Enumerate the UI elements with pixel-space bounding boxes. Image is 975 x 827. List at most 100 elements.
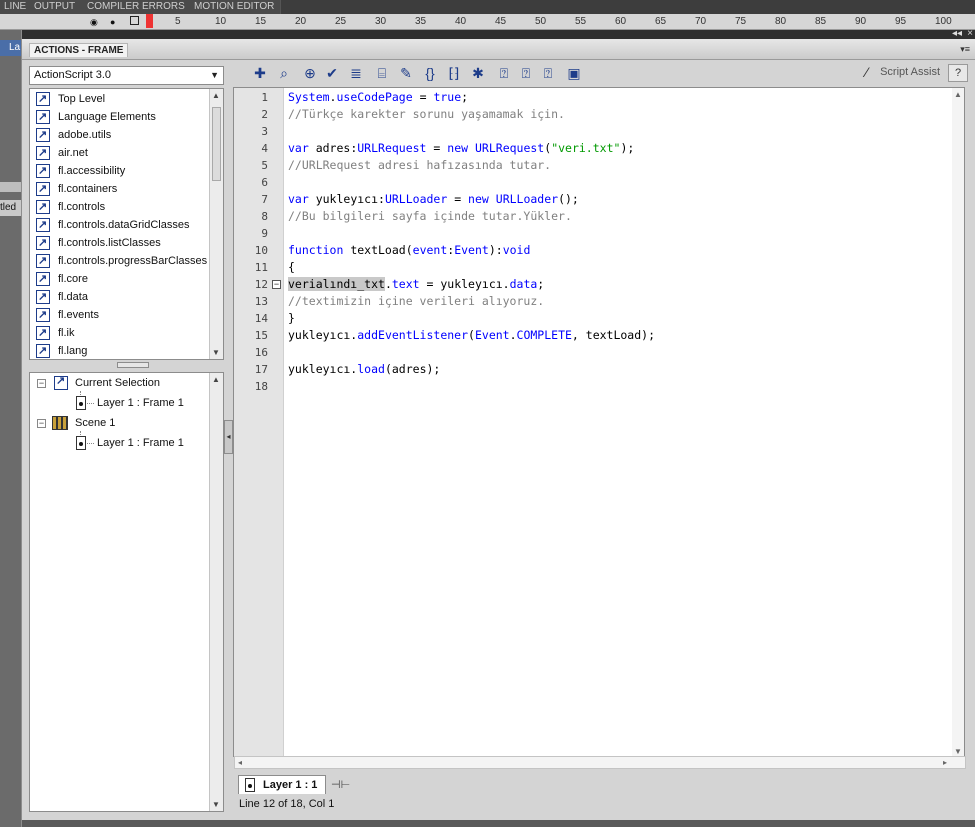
- toolbox-item[interactable]: fl.controls.progressBarClasses: [34, 252, 207, 270]
- toolbox-item-label: fl.core: [58, 273, 88, 285]
- editor-horizontal-scrollbar[interactable]: ◂ ▸: [234, 756, 966, 769]
- toolbox-item[interactable]: fl.accessibility: [34, 162, 125, 180]
- collapse-panel-icon[interactable]: ◂◂: [952, 28, 962, 39]
- package-book-icon: [36, 180, 50, 198]
- panel-menu-icon[interactable]: ▾≡: [960, 44, 970, 55]
- panel-drag-bar[interactable]: ◂◂ ×: [22, 28, 975, 39]
- status-line: Line 12 of 18, Col 1: [239, 798, 335, 810]
- scroll-down-icon[interactable]: ▼: [954, 747, 962, 756]
- collapse-selection-icon[interactable]: ⁅⁆: [445, 64, 463, 82]
- pin-script-icon[interactable]: ⊣⊢: [331, 778, 350, 791]
- outline-icon[interactable]: [130, 16, 139, 25]
- toolbox-item-label: fl.events: [58, 309, 99, 321]
- code-line[interactable]: var yukleyıcı:URLLoader = new URLLoader(…: [288, 191, 579, 208]
- current-selection-icon: [54, 374, 68, 390]
- panel-title[interactable]: ACTIONS - FRAME: [29, 43, 129, 57]
- code-line[interactable]: verialındı_txt.text = yukleyıcı.data;: [288, 276, 544, 293]
- toolbox-item-label: adobe.utils: [58, 129, 112, 141]
- editor-vertical-scrollbar[interactable]: ▲ ▼: [952, 88, 964, 758]
- script-assist-toggle[interactable]: Script Assist: [880, 66, 940, 78]
- toolbox-item[interactable]: fl.events: [34, 306, 99, 324]
- actions-toolbox: Top Level Language Elements adobe.utils air…: [29, 88, 224, 360]
- scroll-up-icon[interactable]: ▲: [954, 90, 962, 99]
- toolbox-item[interactable]: fl.lang: [34, 342, 87, 359]
- collapse-toggle[interactable]: −: [37, 379, 46, 388]
- line-number: 3: [261, 125, 268, 138]
- code-line[interactable]: yukleyıcı.load(adres);: [288, 361, 440, 378]
- line-number: 2: [261, 108, 268, 121]
- toolbox-item[interactable]: fl.controls.dataGridClasses: [34, 216, 189, 234]
- code-line[interactable]: //URLRequest adresi hafızasında tutar.: [288, 157, 551, 174]
- target-path-icon[interactable]: ⊕: [301, 64, 319, 82]
- splitter-grip[interactable]: [117, 362, 149, 368]
- close-panel-icon[interactable]: ×: [967, 28, 973, 39]
- collapse-toggle[interactable]: −: [37, 419, 46, 428]
- nav-current-frame[interactable]: Layer 1 : Frame 1: [97, 393, 184, 413]
- magic-wand-icon: ⁄: [865, 64, 868, 80]
- find-icon[interactable]: ⌕: [275, 64, 293, 82]
- document-tab[interactable]: tled: [0, 200, 22, 216]
- toolbox-item[interactable]: air.net: [34, 144, 88, 162]
- collapse-toolbox-handle[interactable]: ◂: [224, 420, 233, 454]
- expand-all-icon[interactable]: ✱: [469, 64, 487, 82]
- tab-compiler-errors[interactable]: COMPILER ERRORS: [81, 0, 192, 14]
- add-item-icon[interactable]: ✚: [251, 64, 269, 82]
- debug-options-icon[interactable]: ✎: [397, 64, 415, 82]
- show-hide-toolbox-icon[interactable]: ▣: [565, 64, 583, 82]
- nav-scene-frame[interactable]: Layer 1 : Frame 1: [97, 433, 184, 453]
- scroll-thumb[interactable]: [212, 107, 221, 181]
- apply-line-comment-icon[interactable]: ⍰: [517, 64, 535, 82]
- code-line[interactable]: var adres:URLRequest = new URLRequest("v…: [288, 140, 634, 157]
- code-line[interactable]: //textimizin içine verileri alıyoruz.: [288, 293, 544, 310]
- code-line[interactable]: yukleyıcı.addEventListener(Event.COMPLET…: [288, 327, 655, 344]
- scroll-up-icon[interactable]: ▲: [212, 91, 220, 100]
- scroll-down-icon[interactable]: ▼: [212, 348, 220, 357]
- toolbox-item[interactable]: fl.controls: [34, 198, 105, 216]
- code-fold-toggle[interactable]: −: [272, 280, 281, 289]
- code-line[interactable]: function textLoad(event:Event):void: [288, 242, 530, 259]
- script-editor[interactable]: ▲ ▼ ◂ ▸ 1 System.useCodePage = true; 2 //Tü…: [233, 87, 966, 769]
- playhead[interactable]: [146, 14, 153, 28]
- script-tab[interactable]: Layer 1 : 1: [238, 775, 327, 794]
- layer-row[interactable]: La: [0, 40, 22, 56]
- lock-icon[interactable]: ●: [110, 17, 115, 27]
- navigator-scrollbar[interactable]: ▲ ▼: [209, 373, 223, 811]
- toolbox-item[interactable]: Top Level: [34, 90, 105, 108]
- auto-format-icon[interactable]: ≣: [347, 64, 365, 82]
- scroll-up-icon[interactable]: ▲: [212, 375, 220, 384]
- nav-scene[interactable]: Scene 1: [75, 413, 115, 433]
- timeline-tick-label: 70: [695, 16, 707, 27]
- toolbox-item-label: air.net: [58, 147, 88, 159]
- toolbox-item[interactable]: Language Elements: [34, 108, 156, 126]
- timeline-tick-label: 60: [615, 16, 627, 27]
- tab-motion-editor[interactable]: MOTION EDITOR: [188, 0, 282, 14]
- collapse-between-braces-icon[interactable]: {}: [421, 64, 439, 82]
- check-syntax-icon[interactable]: ✔: [323, 64, 341, 82]
- toolbox-item[interactable]: adobe.utils: [34, 126, 111, 144]
- nav-current-selection[interactable]: Current Selection: [75, 373, 160, 393]
- scroll-right-icon[interactable]: ▸: [943, 758, 947, 767]
- scroll-down-icon[interactable]: ▼: [212, 800, 220, 809]
- toolbox-item[interactable]: fl.containers: [34, 180, 117, 198]
- code-hint-icon[interactable]: ⌸: [373, 64, 391, 82]
- code-line[interactable]: //Türkçe karekter sorunu yaşamamak için.: [288, 106, 565, 123]
- toolbox-item[interactable]: fl.ik: [34, 324, 75, 342]
- panel-tab-strip: LINE OUTPUT COMPILER ERRORS MOTION EDITO…: [0, 0, 975, 14]
- code-line[interactable]: System.useCodePage = true;: [288, 89, 468, 106]
- toolbox-scrollbar[interactable]: ▲ ▼: [209, 89, 223, 359]
- apply-block-comment-icon[interactable]: ⍰: [495, 64, 513, 82]
- help-icon[interactable]: ?: [948, 64, 968, 82]
- toolbox-item[interactable]: fl.data: [34, 288, 88, 306]
- toolbox-item-label: fl.controls.dataGridClasses: [58, 219, 190, 231]
- scroll-left-icon[interactable]: ◂: [238, 758, 242, 767]
- code-line[interactable]: {: [288, 259, 295, 276]
- actionscript-version-select[interactable]: ActionScript 3.0 ▼: [29, 66, 224, 85]
- toolbox-splitter[interactable]: [29, 360, 224, 370]
- code-line[interactable]: //Bu bilgileri sayfa içinde tutar.Yükler…: [288, 208, 572, 225]
- eye-icon[interactable]: ◉: [90, 17, 98, 28]
- remove-comment-icon[interactable]: ⍰: [539, 64, 557, 82]
- tab-output[interactable]: OUTPUT: [28, 0, 83, 14]
- toolbox-item[interactable]: fl.core: [34, 270, 88, 288]
- code-line[interactable]: }: [288, 310, 295, 327]
- toolbox-item[interactable]: fl.controls.listClasses: [34, 234, 161, 252]
